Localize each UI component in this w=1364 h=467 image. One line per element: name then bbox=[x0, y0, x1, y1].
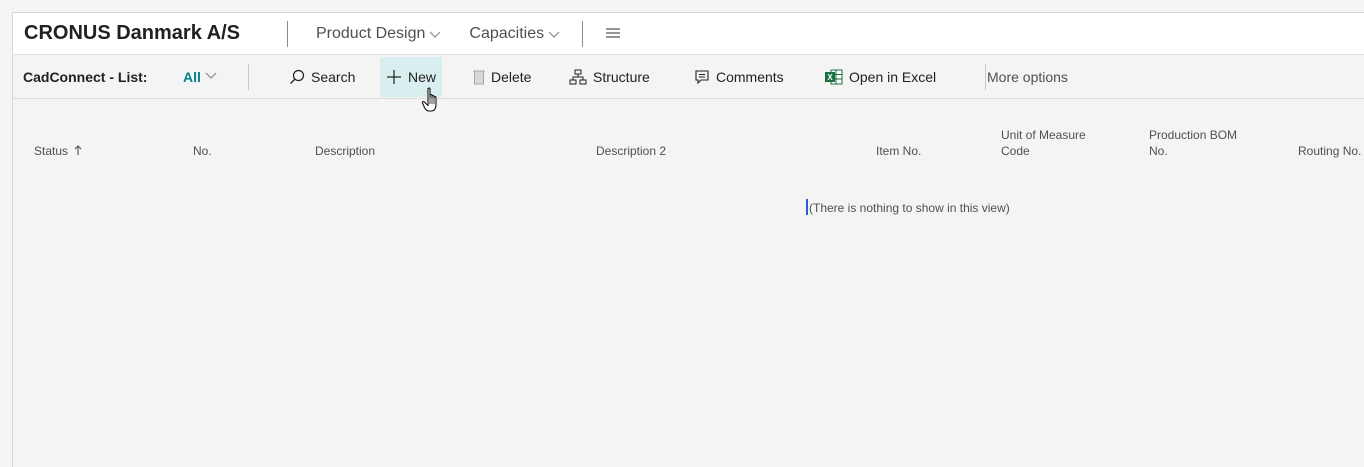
more-options-button[interactable]: More options bbox=[983, 57, 1072, 97]
column-uom-label-line1: Unit of Measure bbox=[1001, 128, 1086, 142]
plus-icon bbox=[386, 69, 402, 85]
column-no-label: No. bbox=[193, 144, 212, 158]
nav-divider bbox=[287, 20, 288, 47]
search-label: Search bbox=[311, 69, 356, 85]
column-description-2-label: Description 2 bbox=[596, 144, 667, 158]
delete-label: Delete bbox=[491, 69, 532, 85]
action-separator bbox=[248, 64, 249, 90]
column-routing-no-label: Routing No. bbox=[1298, 144, 1362, 158]
column-status-label: Status bbox=[34, 144, 69, 158]
structure-icon bbox=[569, 69, 587, 85]
top-navbar: CRONUS Danmark A/S Product Design Capaci… bbox=[13, 13, 1364, 55]
column-routing-no[interactable]: Routing No. bbox=[1298, 143, 1361, 159]
chevron-down-icon bbox=[548, 28, 560, 42]
column-bom-label-line2: No. bbox=[1149, 144, 1168, 158]
page-caption: CadConnect - List: bbox=[23, 68, 148, 85]
search-button[interactable]: Search bbox=[285, 57, 359, 97]
column-no[interactable]: No. bbox=[193, 143, 212, 159]
column-bom-label-line1: Production BOM bbox=[1149, 128, 1238, 142]
nav-menu-capacities[interactable]: Capacities bbox=[469, 25, 560, 43]
more-options-label: More options bbox=[987, 69, 1068, 85]
text-caret bbox=[806, 199, 808, 215]
column-item-no-label: Item No. bbox=[876, 144, 922, 158]
column-unit-of-measure-code[interactable]: Unit of Measure Code bbox=[1001, 127, 1086, 159]
column-status[interactable]: Status bbox=[34, 143, 82, 159]
nav-menu-product-design[interactable]: Product Design bbox=[316, 25, 441, 43]
comments-button[interactable]: Comments bbox=[690, 57, 788, 97]
page-frame: CRONUS Danmark A/S Product Design Capaci… bbox=[12, 12, 1364, 467]
search-icon bbox=[289, 69, 305, 85]
column-description-2[interactable]: Description 2 bbox=[596, 143, 666, 159]
view-filter-label: All bbox=[183, 68, 201, 85]
empty-list-text: (There is nothing to show in this view) bbox=[809, 201, 1010, 215]
structure-button[interactable]: Structure bbox=[565, 57, 654, 97]
structure-label: Structure bbox=[593, 69, 650, 85]
nav-menu-label: Product Design bbox=[316, 24, 426, 42]
column-production-bom-no[interactable]: Production BOM No. bbox=[1149, 127, 1237, 159]
nav-menu-label: Capacities bbox=[469, 24, 545, 42]
chevron-down-icon bbox=[429, 28, 441, 42]
hand-cursor-icon bbox=[421, 87, 443, 120]
column-description[interactable]: Description bbox=[315, 143, 375, 159]
nav-divider bbox=[582, 20, 584, 47]
svg-text:X: X bbox=[827, 73, 833, 82]
new-label: New bbox=[408, 69, 437, 85]
hamburger-icon[interactable] bbox=[605, 23, 621, 44]
view-filter-dropdown[interactable]: All bbox=[183, 69, 217, 85]
open-in-excel-button[interactable]: X Open in Excel bbox=[821, 57, 940, 97]
company-name[interactable]: CRONUS Danmark A/S bbox=[13, 22, 287, 45]
delete-icon bbox=[473, 69, 485, 85]
column-uom-label-line2: Code bbox=[1001, 144, 1030, 158]
action-bar: CadConnect - List: All Search New Delete bbox=[13, 55, 1364, 99]
excel-icon: X bbox=[825, 69, 843, 85]
comments-icon bbox=[694, 69, 710, 85]
column-description-label: Description bbox=[315, 144, 376, 158]
chevron-down-icon bbox=[205, 71, 217, 83]
column-item-no[interactable]: Item No. bbox=[876, 143, 921, 159]
empty-list-message: (There is nothing to show in this view) bbox=[806, 199, 1010, 215]
delete-button[interactable]: Delete bbox=[469, 57, 535, 97]
list-column-header: Status No. Description Description 2 Ite… bbox=[13, 127, 1364, 167]
open-in-excel-label: Open in Excel bbox=[849, 69, 937, 85]
sort-up-icon bbox=[74, 143, 82, 159]
comments-label: Comments bbox=[716, 69, 784, 85]
